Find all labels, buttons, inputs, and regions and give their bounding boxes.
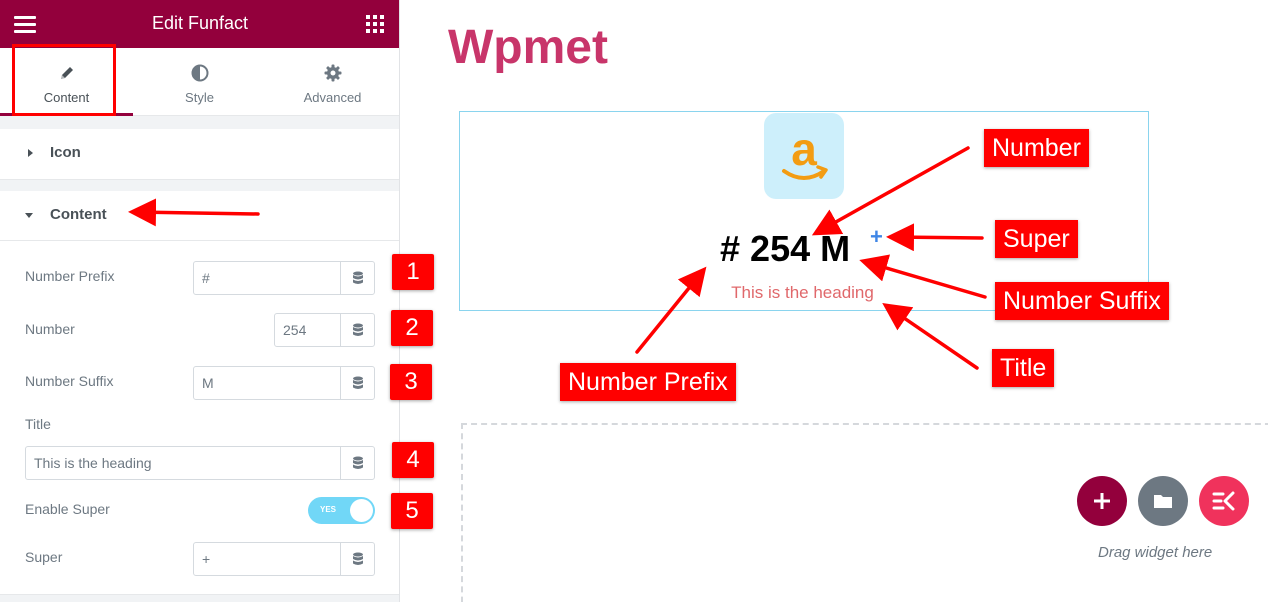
funfact-prefix: # bbox=[720, 228, 741, 269]
section-icon-label: Icon bbox=[50, 144, 81, 161]
number-prefix-input[interactable] bbox=[194, 262, 340, 294]
caret-down-icon bbox=[25, 213, 33, 218]
funfact-suffix: M bbox=[820, 228, 851, 269]
number-prefix-field bbox=[193, 261, 375, 295]
dynamic-tags-icon[interactable] bbox=[340, 314, 374, 346]
half-circle-icon bbox=[191, 64, 208, 82]
funfact-value: 254 bbox=[750, 228, 811, 269]
callout-number-suffix: Number Suffix bbox=[995, 282, 1169, 320]
title-label: Title bbox=[25, 416, 51, 432]
title-input[interactable] bbox=[26, 447, 340, 479]
dynamic-tags-icon[interactable] bbox=[340, 447, 374, 479]
pencil-icon bbox=[60, 67, 73, 79]
number-field bbox=[274, 313, 375, 347]
funfact-number: # 254 M bbox=[720, 228, 850, 270]
enable-super-label: Enable Super bbox=[25, 501, 110, 517]
dynamic-tags-icon[interactable] bbox=[340, 262, 374, 294]
number-input[interactable] bbox=[275, 314, 341, 346]
step-badge: 5 bbox=[391, 493, 433, 529]
dynamic-tags-icon[interactable] bbox=[340, 367, 374, 399]
panel-tabs: Content Style Advanced bbox=[0, 48, 399, 116]
amazon-logo-icon: a bbox=[764, 113, 844, 199]
number-suffix-label: Number Suffix bbox=[25, 373, 114, 389]
widgets-grid-icon[interactable] bbox=[366, 15, 384, 33]
callout-super: Super bbox=[995, 220, 1078, 258]
add-section-button[interactable] bbox=[1077, 476, 1127, 526]
folder-icon bbox=[1154, 495, 1172, 508]
step-badge: 3 bbox=[390, 364, 432, 400]
tab-style[interactable]: Style bbox=[133, 48, 266, 116]
super-input[interactable] bbox=[194, 543, 340, 575]
add-template-button[interactable] bbox=[1138, 476, 1188, 526]
number-suffix-field bbox=[193, 366, 375, 400]
funfact-heading: This is the heading bbox=[731, 283, 874, 302]
callout-title: Title bbox=[992, 349, 1055, 387]
step-badge: 1 bbox=[392, 254, 434, 290]
tab-advanced-label: Advanced bbox=[303, 90, 362, 105]
number-prefix-label: Number Prefix bbox=[25, 268, 115, 284]
editor-panel: Edit Funfact Content Style Advanced Icon… bbox=[0, 0, 400, 602]
number-label: Number bbox=[25, 321, 75, 337]
enable-super-toggle[interactable]: YES bbox=[308, 497, 375, 524]
elementskit-button[interactable] bbox=[1199, 476, 1249, 526]
step-badge: 2 bbox=[391, 310, 433, 346]
elementskit-icon bbox=[1212, 491, 1235, 511]
plus-icon bbox=[1094, 493, 1110, 509]
caret-right-icon bbox=[28, 149, 33, 157]
gear-icon bbox=[324, 64, 341, 82]
step-badge: 4 bbox=[392, 442, 434, 478]
panel-title: Edit Funfact bbox=[151, 13, 249, 33]
tab-advanced[interactable]: Advanced bbox=[266, 48, 399, 116]
section-content-header[interactable]: Content bbox=[0, 191, 399, 241]
toggle-yes-text: YES bbox=[320, 505, 337, 514]
tab-content-label: Content bbox=[43, 90, 90, 105]
number-suffix-input[interactable] bbox=[194, 367, 340, 399]
callout-number: Number bbox=[984, 129, 1089, 167]
tab-content[interactable]: Content bbox=[0, 48, 133, 116]
section-content-label: Content bbox=[50, 206, 107, 223]
callout-number-prefix: Number Prefix bbox=[560, 363, 736, 401]
funfact-super: + bbox=[870, 224, 883, 249]
tab-style-label: Style bbox=[185, 90, 214, 105]
section-icon: Icon bbox=[0, 129, 399, 180]
site-brand-title: Wpmet bbox=[448, 21, 608, 74]
super-field bbox=[193, 542, 375, 576]
section-icon-header[interactable]: Icon bbox=[0, 129, 399, 179]
panel-header: Edit Funfact bbox=[0, 0, 399, 48]
toggle-knob bbox=[350, 499, 373, 522]
drag-widget-hint: Drag widget here bbox=[1098, 544, 1213, 561]
svg-text:a: a bbox=[791, 123, 817, 175]
app-root: Edit Funfact Content Style Advanced Icon… bbox=[0, 0, 1268, 602]
super-label: Super bbox=[25, 549, 63, 565]
dynamic-tags-icon[interactable] bbox=[340, 543, 374, 575]
title-field bbox=[25, 446, 375, 480]
